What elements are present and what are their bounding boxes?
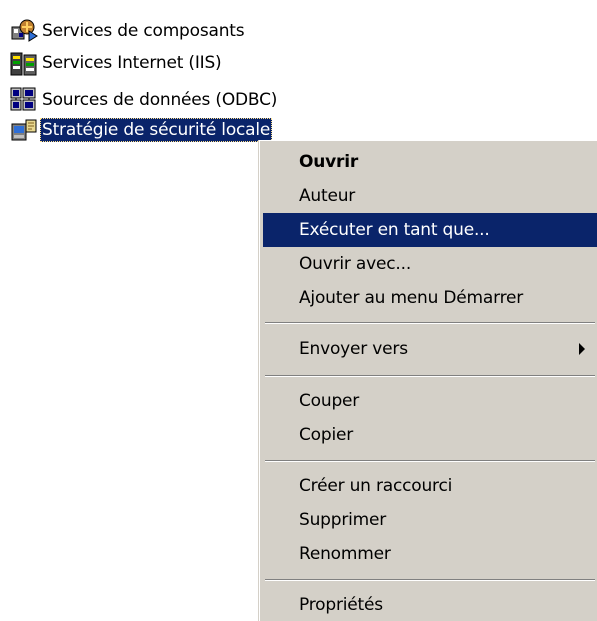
file-item-label: Services Internet (IIS) [42, 53, 222, 73]
menu-item-label: Renommer [299, 544, 391, 564]
menu-item-renommer[interactable]: Renommer [263, 537, 597, 571]
menu-item-ouvrir[interactable]: Ouvrir [263, 145, 597, 179]
file-list: Services de composants Services Internet… [0, 0, 340, 150]
submenu-arrow-icon [579, 343, 585, 355]
menu-item-ajouter-au-menu-demarrer[interactable]: Ajouter au menu Démarrer [263, 281, 597, 315]
file-item-component-services[interactable]: Services de composants [10, 17, 246, 45]
file-item-label: Services de composants [42, 21, 245, 41]
file-item-odbc[interactable]: Sources de données (ODBC) [10, 86, 279, 114]
menu-item-proprietes[interactable]: Propriétés [263, 588, 597, 621]
screen: Services de composants Services Internet… [0, 0, 597, 621]
menu-item-label: Ouvrir avec... [299, 254, 412, 274]
local-security-policy-icon [10, 116, 40, 144]
menu-item-label: Supprimer [299, 510, 387, 530]
menu-item-envoyer-vers[interactable]: Envoyer vers [263, 332, 597, 366]
menu-item-ouvrir-avec[interactable]: Ouvrir avec... [263, 247, 597, 281]
menu-item-creer-un-raccourci[interactable]: Créer un raccourci [263, 469, 597, 503]
menu-item-label: Envoyer vers [299, 339, 408, 359]
menu-item-label: Exécuter en tant que... [299, 220, 490, 240]
component-services-icon [10, 17, 40, 45]
menu-separator [265, 579, 595, 581]
menu-item-label: Auteur [299, 186, 356, 206]
file-item-label: Stratégie de sécurité locale [40, 118, 273, 142]
menu-item-auteur[interactable]: Auteur [263, 179, 597, 213]
menu-item-label: Ajouter au menu Démarrer [299, 288, 524, 308]
menu-item-executer-en-tant-que[interactable]: Exécuter en tant que... [263, 213, 597, 247]
menu-item-copier[interactable]: Copier [263, 418, 597, 452]
menu-separator [265, 460, 595, 462]
file-item-label: Sources de données (ODBC) [42, 90, 278, 110]
menu-item-supprimer[interactable]: Supprimer [263, 503, 597, 537]
context-menu: Ouvrir Auteur Exécuter en tant que... Ou… [259, 140, 597, 621]
menu-item-label: Propriétés [299, 595, 383, 615]
menu-separator [265, 322, 595, 324]
odbc-icon [10, 86, 40, 114]
iis-icon [10, 49, 40, 77]
menu-item-couper[interactable]: Couper [263, 384, 597, 418]
file-item-iis[interactable]: Services Internet (IIS) [10, 49, 223, 77]
file-item-local-security-policy[interactable]: Stratégie de sécurité locale [10, 116, 273, 144]
menu-separator [265, 375, 595, 377]
menu-item-label: Couper [299, 391, 360, 411]
menu-item-label: Copier [299, 425, 354, 445]
menu-item-label: Ouvrir [299, 152, 359, 172]
menu-item-label: Créer un raccourci [299, 476, 453, 496]
